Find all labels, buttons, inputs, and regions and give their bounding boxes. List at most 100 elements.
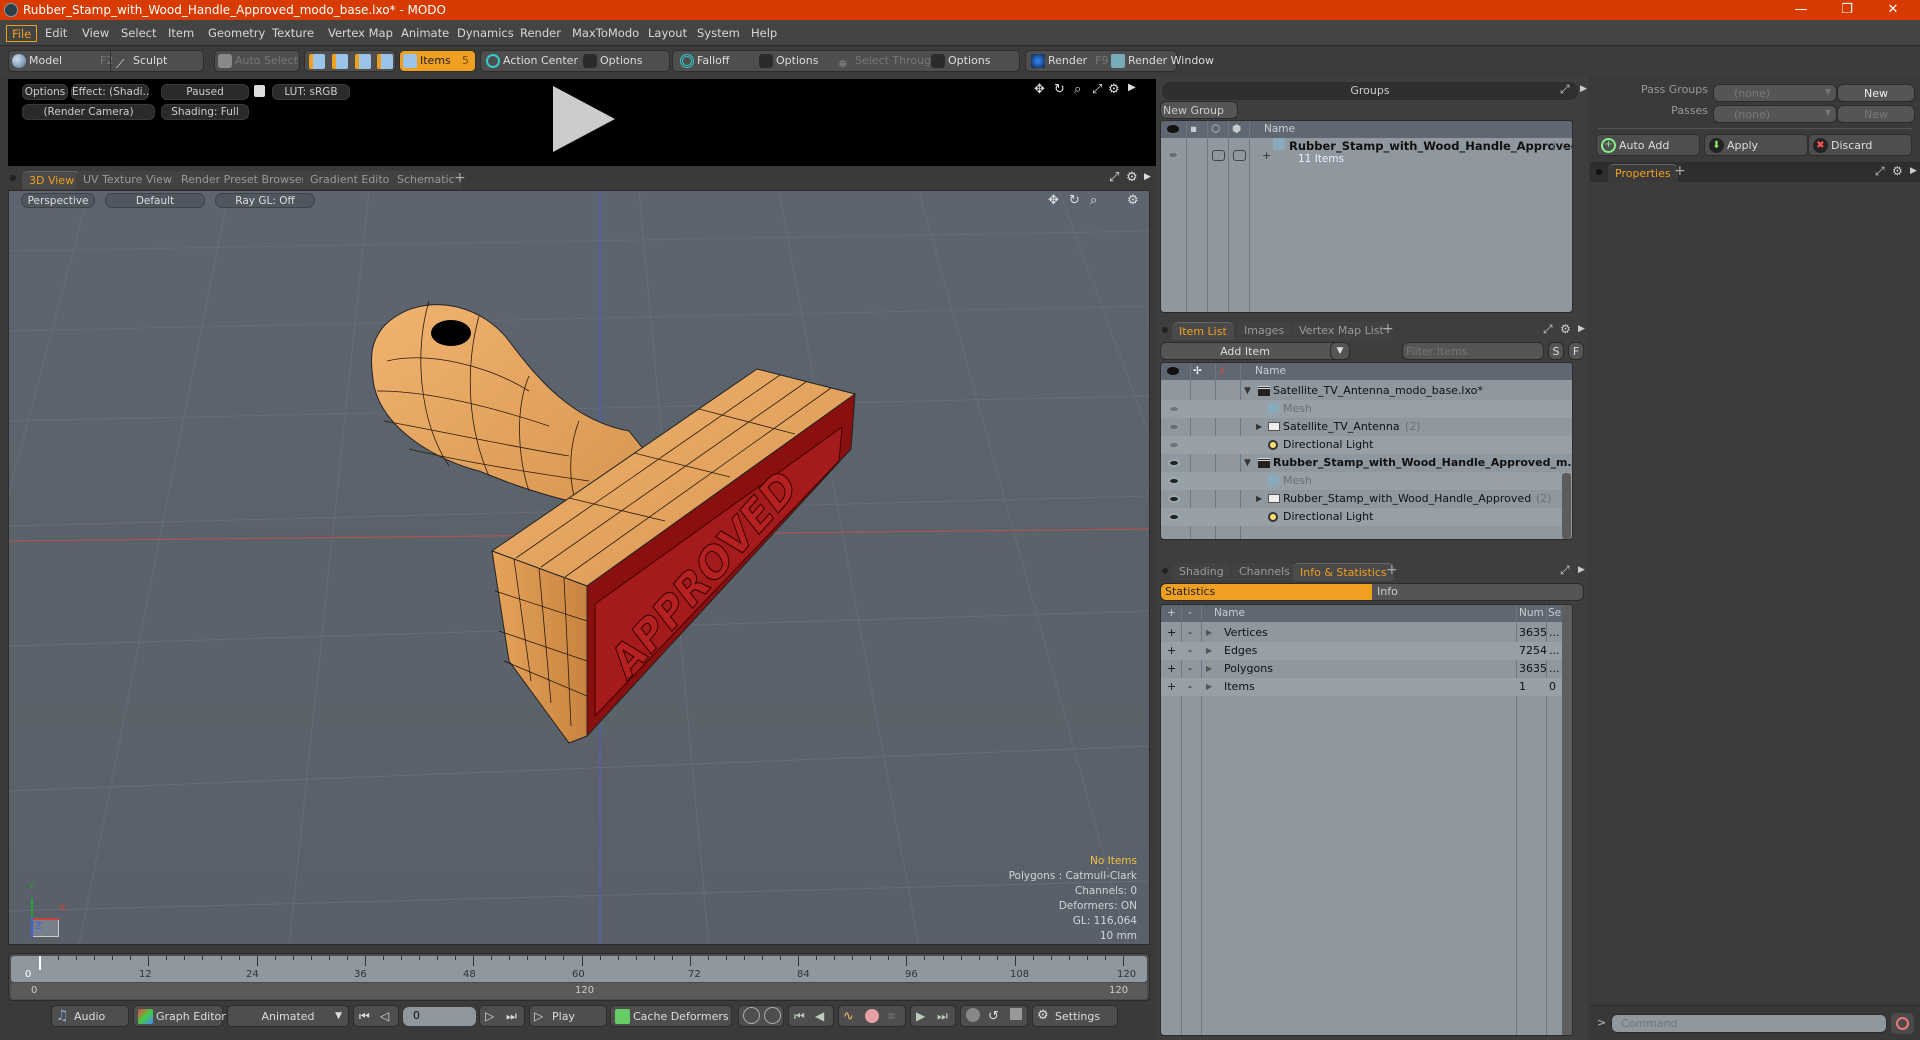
- eye-icon[interactable]: [1168, 423, 1180, 431]
- apply-button[interactable]: ⬇ Apply: [1704, 134, 1808, 156]
- collapse-minus-button[interactable]: -: [1188, 624, 1192, 642]
- tab-properties[interactable]: Properties: [1608, 164, 1678, 182]
- collapse-minus-button[interactable]: -: [1188, 678, 1192, 696]
- expand-arrow-icon[interactable]: ▶: [1578, 324, 1585, 334]
- rotate-icon[interactable]: ↻: [1069, 193, 1080, 208]
- edges-mode-icon[interactable]: [332, 54, 348, 69]
- tab-shading[interactable]: Shading: [1172, 563, 1231, 581]
- maximize-icon[interactable]: ⤢: [1109, 170, 1119, 185]
- last-frame-icon[interactable]: ⏭: [506, 1006, 517, 1027]
- new-group-button[interactable]: New Group: [1160, 101, 1238, 119]
- sculpt-mode-button[interactable]: ⟋ Sculpt: [113, 51, 167, 71]
- auto-key-icon[interactable]: ∿: [843, 1006, 854, 1027]
- next-frame-icon[interactable]: ▶: [916, 1006, 925, 1027]
- tab-info-statistics[interactable]: Info & Statistics: [1293, 563, 1394, 581]
- menu-system[interactable]: System: [692, 25, 745, 42]
- zoom-icon[interactable]: ⌕: [1074, 82, 1081, 97]
- stats-row[interactable]: + - ▶ Vertices 3635...: [1161, 624, 1572, 642]
- 3d-viewport[interactable]: APPROVED Perspective Default Ray GL: Off…: [8, 190, 1150, 945]
- discard-button[interactable]: ✖ Discard: [1808, 134, 1912, 156]
- menu-render[interactable]: Render: [515, 25, 566, 42]
- polygons-mode-icon[interactable]: [355, 54, 371, 69]
- menu-view[interactable]: View: [77, 25, 114, 42]
- next-key-icon[interactable]: ▷: [485, 1006, 494, 1027]
- vertices-mode-icon[interactable]: [309, 54, 325, 69]
- tab-schematic[interactable]: Schematic: [390, 171, 462, 189]
- key-down-icon[interactable]: [764, 1007, 781, 1024]
- render-window-button[interactable]: Render Window: [1108, 51, 1214, 71]
- items-mode-button[interactable]: Items 5: [399, 50, 476, 72]
- tab-channels[interactable]: Channels: [1232, 563, 1297, 581]
- collapse-minus-button[interactable]: -: [1188, 660, 1192, 678]
- expand-arrow-icon[interactable]: ▶: [1206, 678, 1212, 696]
- stats-row[interactable]: + - ▶ Polygons 3635...: [1161, 660, 1572, 678]
- subtab-info[interactable]: Info: [1377, 584, 1398, 600]
- falloff-options-button[interactable]: Options: [756, 51, 818, 71]
- key-filter-icon[interactable]: ⌗: [888, 1006, 895, 1027]
- menu-file[interactable]: File: [6, 25, 38, 42]
- frame-input[interactable]: 0: [403, 1007, 476, 1026]
- pass-groups-dropdown[interactable]: (none): [1713, 84, 1837, 102]
- expand-arrow-icon[interactable]: ▶: [1144, 172, 1151, 182]
- menu-edit[interactable]: Edit: [40, 25, 72, 42]
- rubber-stamp-model[interactable]: APPROVED: [370, 300, 857, 744]
- style-dropdown[interactable]: Default: [105, 193, 205, 208]
- zoom-icon[interactable]: ⌕: [1090, 193, 1097, 208]
- gear-icon[interactable]: ⚙: [1126, 170, 1138, 185]
- current-frame-marker[interactable]: [39, 956, 41, 970]
- item-list-row[interactable]: Directional Light: [1161, 436, 1572, 454]
- expand-arrow-icon[interactable]: ▶: [1206, 660, 1212, 678]
- shading-dropdown[interactable]: Shading: Full: [161, 104, 249, 120]
- lut-dropdown[interactable]: LUT: sRGB: [272, 84, 350, 100]
- menu-vertex-map[interactable]: Vertex Map: [323, 25, 398, 42]
- close-button[interactable]: ✕: [1870, 0, 1916, 20]
- command-input[interactable]: [1611, 1014, 1887, 1033]
- gear-icon[interactable]: ⚙: [1892, 164, 1903, 178]
- add-tab-button[interactable]: +: [1674, 163, 1686, 179]
- collapse-minus-button[interactable]: -: [1188, 642, 1192, 660]
- add-tab-button[interactable]: +: [1386, 562, 1398, 578]
- pan-icon[interactable]: ✥: [1034, 82, 1045, 97]
- expand-arrow-icon[interactable]: ▶: [1578, 565, 1585, 575]
- add-item-button[interactable]: Add Item: [1160, 342, 1350, 360]
- prev-key-icon[interactable]: ◁: [380, 1006, 389, 1027]
- maximize-icon[interactable]: ⤢: [1092, 82, 1102, 97]
- gear-icon[interactable]: ⚙: [1560, 322, 1571, 336]
- item-list-row[interactable]: ▶ Satellite_TV_Antenna (2): [1161, 418, 1572, 436]
- prev-frame-icon[interactable]: ◀: [815, 1006, 824, 1027]
- record-icon[interactable]: [865, 1009, 879, 1023]
- item-list-row[interactable]: Mesh: [1161, 400, 1572, 418]
- select-through-options-button[interactable]: Options: [928, 51, 990, 71]
- new-pass-button[interactable]: New: [1837, 105, 1915, 123]
- menu-animate[interactable]: Animate: [396, 25, 454, 42]
- add-item-dropdown-icon[interactable]: ▼: [1330, 342, 1350, 360]
- expand-arrow-icon[interactable]: ▶: [1256, 490, 1262, 508]
- paused-toggle[interactable]: Paused: [161, 84, 249, 100]
- cache-deformers-button[interactable]: Cache Deformers: [610, 1005, 732, 1027]
- menu-texture[interactable]: Texture: [267, 25, 319, 42]
- stats-scrollbar[interactable]: [1562, 605, 1572, 1035]
- materials-mode-icon[interactable]: [377, 54, 393, 69]
- camera-dropdown[interactable]: (Render Camera): [22, 104, 155, 120]
- menu-layout[interactable]: Layout: [643, 25, 692, 42]
- audio-button[interactable]: ♫ Audio: [51, 1005, 129, 1027]
- checkbox[interactable]: [1233, 150, 1246, 161]
- menu-maxtomodo[interactable]: MaxToModo: [567, 25, 644, 42]
- expand-plus-icon[interactable]: +: [1262, 147, 1271, 165]
- tab-item-list[interactable]: Item List: [1172, 322, 1234, 340]
- pan-icon[interactable]: ✥: [1048, 193, 1059, 208]
- maximize-icon[interactable]: ⤢: [1560, 563, 1570, 578]
- eye-icon[interactable]: [1167, 151, 1179, 159]
- item-list-row[interactable]: Mesh: [1161, 472, 1572, 490]
- preview-options-button[interactable]: Options: [22, 84, 68, 100]
- key-up-icon[interactable]: [743, 1007, 760, 1024]
- maximize-icon[interactable]: ⤢: [1543, 322, 1553, 337]
- unlock-icon[interactable]: [254, 85, 265, 97]
- key-loop-icon[interactable]: ↺: [988, 1006, 999, 1027]
- menu-item[interactable]: Item: [163, 25, 199, 42]
- item-list-scrollbar[interactable]: [1562, 473, 1571, 539]
- expand-plus-button[interactable]: +: [1167, 678, 1176, 696]
- expand-arrow-icon[interactable]: ▶: [1256, 418, 1262, 436]
- tab-images[interactable]: Images: [1237, 322, 1292, 340]
- tab-gradient-editor[interactable]: Gradient Editor: [303, 171, 401, 189]
